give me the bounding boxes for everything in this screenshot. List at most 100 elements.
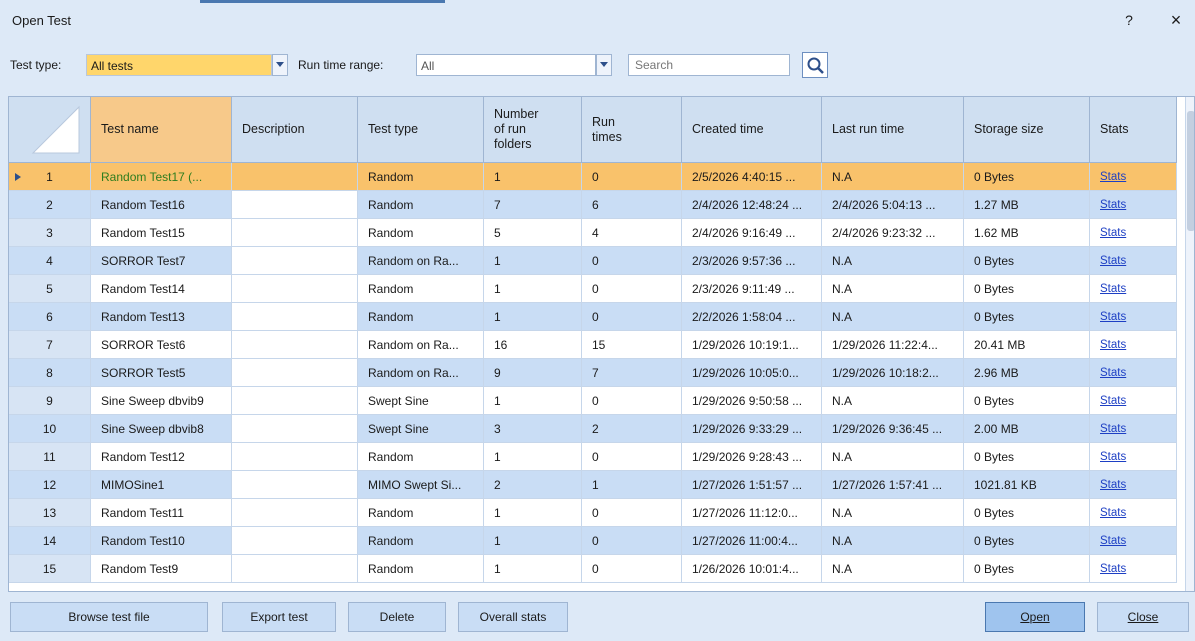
cell-run-times[interactable]: 4 (582, 219, 682, 247)
delete-button[interactable]: Delete (348, 602, 446, 632)
table-row[interactable]: 9 Sine Sweep dbvib9 Swept Sine 1 0 1/29/2026 … (9, 387, 1177, 415)
cell-test-name[interactable]: SORROR Test6 (91, 331, 232, 359)
cell-last-run-time[interactable]: N.A (822, 275, 964, 303)
col-test-name[interactable]: Test name (91, 97, 232, 163)
cell-test-name[interactable]: Random Test16 (91, 191, 232, 219)
cell-stats[interactable]: Stats (1090, 191, 1177, 219)
cell-test-name[interactable]: Random Test17 (... (91, 163, 232, 191)
table-row[interactable]: 7 SORROR Test6 Random on Ra... 16 15 1/29/202… (9, 331, 1177, 359)
cell-test-type[interactable]: MIMO Swept Si... (358, 471, 484, 499)
cell-stats[interactable]: Stats (1090, 219, 1177, 247)
stats-link[interactable]: Stats (1100, 535, 1126, 547)
test-type-dropdown-button[interactable] (272, 54, 288, 76)
cell-last-run-time[interactable]: 1/29/2026 10:18:2... (822, 359, 964, 387)
export-test-button[interactable]: Export test (222, 602, 336, 632)
cell-stats[interactable]: Stats (1090, 247, 1177, 275)
row-number[interactable]: 6 (9, 303, 91, 331)
cell-last-run-time[interactable]: 1/27/2026 1:57:41 ... (822, 471, 964, 499)
cell-run-times[interactable]: 0 (582, 499, 682, 527)
stats-link[interactable]: Stats (1100, 479, 1126, 491)
close-button[interactable]: Close (1097, 602, 1189, 632)
row-number[interactable]: 2 (9, 191, 91, 219)
cell-run-folders[interactable]: 5 (484, 219, 582, 247)
cell-test-type[interactable]: Random on Ra... (358, 331, 484, 359)
cell-test-name[interactable]: Random Test14 (91, 275, 232, 303)
stats-link[interactable]: Stats (1100, 255, 1126, 267)
cell-last-run-time[interactable]: N.A (822, 163, 964, 191)
table-row[interactable]: 6 Random Test13 Random 1 0 2/2/2026 1:58:04 .… (9, 303, 1177, 331)
cell-created-time[interactable]: 1/26/2026 10:01:4... (682, 555, 822, 583)
cell-test-type[interactable]: Random (358, 527, 484, 555)
cell-test-name[interactable]: Random Test13 (91, 303, 232, 331)
cell-last-run-time[interactable]: N.A (822, 443, 964, 471)
help-button[interactable]: ? (1118, 9, 1140, 31)
table-row[interactable]: 5 Random Test14 Random 1 0 2/3/2026 9:11:49 .… (9, 275, 1177, 303)
table-row[interactable]: 3 Random Test15 Random 5 4 2/4/2026 9:16:49 .… (9, 219, 1177, 247)
browse-test-file-button[interactable]: Browse test file (10, 602, 208, 632)
table-row[interactable]: 14 Random Test10 Random 1 0 1/27/2026 11:00:4… (9, 527, 1177, 555)
row-number[interactable]: 10 (9, 415, 91, 443)
cell-test-name[interactable]: Sine Sweep dbvib9 (91, 387, 232, 415)
cell-test-type[interactable]: Random on Ra... (358, 359, 484, 387)
close-icon[interactable]: × (1164, 8, 1188, 32)
cell-test-name[interactable]: Sine Sweep dbvib8 (91, 415, 232, 443)
stats-link[interactable]: Stats (1100, 563, 1126, 575)
cell-created-time[interactable]: 2/2/2026 1:58:04 ... (682, 303, 822, 331)
row-number[interactable]: 15 (9, 555, 91, 583)
cell-description[interactable] (232, 163, 358, 191)
col-run-times[interactable]: Run times (582, 97, 682, 163)
cell-description[interactable] (232, 331, 358, 359)
cell-storage-size[interactable]: 1021.81 KB (964, 471, 1090, 499)
cell-description[interactable] (232, 303, 358, 331)
cell-run-times[interactable]: 0 (582, 527, 682, 555)
cell-last-run-time[interactable]: N.A (822, 387, 964, 415)
search-input[interactable]: Search (628, 54, 790, 76)
cell-last-run-time[interactable]: 2/4/2026 5:04:13 ... (822, 191, 964, 219)
table-row[interactable]: 8 SORROR Test5 Random on Ra... 9 7 1/29/2026 … (9, 359, 1177, 387)
cell-test-name[interactable]: Random Test12 (91, 443, 232, 471)
cell-test-type[interactable]: Random (358, 219, 484, 247)
cell-storage-size[interactable]: 0 Bytes (964, 275, 1090, 303)
cell-test-type[interactable]: Swept Sine (358, 415, 484, 443)
stats-link[interactable]: Stats (1100, 367, 1126, 379)
col-storage-size[interactable]: Storage size (964, 97, 1090, 163)
table-row[interactable]: 13 Random Test11 Random 1 0 1/27/2026 11:12:0… (9, 499, 1177, 527)
table-row[interactable]: 2 Random Test16 Random 7 6 2/4/2026 12:48:24 … (9, 191, 1177, 219)
cell-test-type[interactable]: Random (358, 555, 484, 583)
cell-storage-size[interactable]: 1.62 MB (964, 219, 1090, 247)
cell-test-name[interactable]: SORROR Test5 (91, 359, 232, 387)
table-row[interactable]: 4 SORROR Test7 Random on Ra... 1 0 2/3/2026 9… (9, 247, 1177, 275)
cell-test-name[interactable]: Random Test11 (91, 499, 232, 527)
table-row[interactable]: 11 Random Test12 Random 1 0 1/29/2026 9:28:43… (9, 443, 1177, 471)
cell-stats[interactable]: Stats (1090, 303, 1177, 331)
cell-description[interactable] (232, 527, 358, 555)
cell-created-time[interactable]: 1/27/2026 11:12:0... (682, 499, 822, 527)
cell-created-time[interactable]: 2/4/2026 12:48:24 ... (682, 191, 822, 219)
open-button[interactable]: Open (985, 602, 1085, 632)
cell-stats[interactable]: Stats (1090, 331, 1177, 359)
cell-last-run-time[interactable]: 1/29/2026 9:36:45 ... (822, 415, 964, 443)
run-time-range-select[interactable]: All (416, 54, 596, 76)
cell-description[interactable] (232, 191, 358, 219)
cell-last-run-time[interactable]: N.A (822, 527, 964, 555)
row-number[interactable]: 11 (9, 443, 91, 471)
stats-link[interactable]: Stats (1100, 451, 1126, 463)
row-number[interactable]: 3 (9, 219, 91, 247)
cell-run-folders[interactable]: 1 (484, 247, 582, 275)
col-last-run-time[interactable]: Last run time (822, 97, 964, 163)
cell-description[interactable] (232, 387, 358, 415)
cell-storage-size[interactable]: 0 Bytes (964, 387, 1090, 415)
row-number[interactable]: 1 (9, 163, 91, 191)
cell-description[interactable] (232, 247, 358, 275)
cell-run-folders[interactable]: 1 (484, 443, 582, 471)
cell-created-time[interactable]: 1/27/2026 1:51:57 ... (682, 471, 822, 499)
cell-run-times[interactable]: 0 (582, 443, 682, 471)
row-number[interactable]: 13 (9, 499, 91, 527)
cell-storage-size[interactable]: 2.96 MB (964, 359, 1090, 387)
cell-storage-size[interactable]: 0 Bytes (964, 247, 1090, 275)
cell-description[interactable] (232, 275, 358, 303)
cell-run-folders[interactable]: 1 (484, 303, 582, 331)
cell-description[interactable] (232, 415, 358, 443)
cell-last-run-time[interactable]: N.A (822, 555, 964, 583)
row-number[interactable]: 9 (9, 387, 91, 415)
